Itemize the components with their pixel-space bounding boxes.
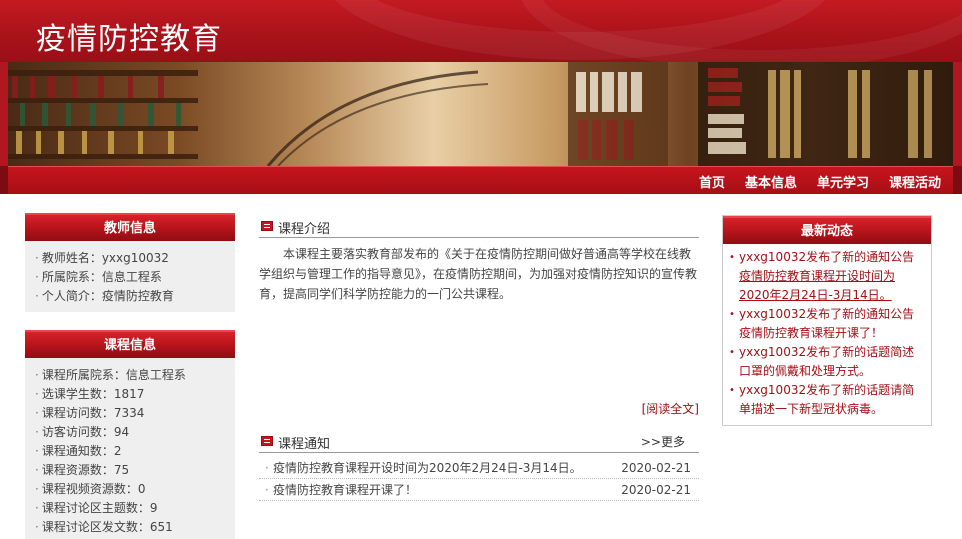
- read-all-link[interactable]: [阅读全文]: [642, 400, 699, 417]
- latest-news-title: 最新动态: [723, 216, 931, 244]
- banner-border-right: [953, 62, 962, 166]
- section-icon: [261, 436, 273, 446]
- notice-date: 2020-02-21: [621, 483, 691, 497]
- library-banner-image: [8, 62, 953, 166]
- notice-link[interactable]: 疫情防控教育课程开设时间为2020年2月24日-3月14日。: [273, 457, 582, 479]
- bullet-icon: ·: [265, 483, 269, 497]
- section-icon: [261, 221, 273, 231]
- nav-border-right: [953, 166, 962, 194]
- notice-row: · 疫情防控教育课程开课了！ 2020-02-21: [259, 479, 699, 501]
- nav-course-activities[interactable]: 课程活动: [889, 172, 941, 191]
- site-header: 疫情防控教育: [0, 0, 962, 62]
- bullet-icon: ·: [265, 461, 269, 475]
- news-item[interactable]: yxxg10032发布了新的话题简述口罩的佩戴和处理方式。: [729, 343, 923, 381]
- teacher-info-title: 教师信息: [25, 213, 235, 241]
- site-title: 疫情防控教育: [36, 22, 222, 57]
- nav-home[interactable]: 首页: [699, 172, 725, 191]
- latest-news-panel: 最新动态 yxxg10032发布了新的通知公告疫情防控教育课程开设时间为2020…: [722, 215, 932, 426]
- course-info-item: · 课程访问数：7334: [35, 406, 145, 420]
- course-info-item: · 课程资源数：75: [35, 463, 130, 477]
- course-info-item: · 课程通知数：2: [35, 444, 122, 458]
- news-item: yxxg10032发布了新的通知公告疫情防控教育课程开设时间为2020年2月24…: [729, 248, 923, 305]
- more-notices-link[interactable]: >>更多: [641, 433, 685, 450]
- teacher-info-item: · 个人简介：疫情防控教育: [35, 289, 174, 303]
- library-bookshelf-image: [8, 62, 953, 166]
- news-item[interactable]: yxxg10032发布了新的话题请简单描述一下新型冠状病毒。: [729, 381, 923, 419]
- notice-date: 2020-02-21: [621, 461, 691, 475]
- teacher-info-panel: 教师信息 · 教师姓名：yxxg10032 · 所属院系：信息工程系 · 个人简介：疫…: [25, 213, 235, 312]
- course-info-item: · 课程讨论区主题数：9: [35, 501, 158, 515]
- nav-unit-study[interactable]: 单元学习: [817, 172, 869, 191]
- course-info-item: · 课程视频资源数：0: [35, 482, 146, 496]
- main-navigation: 首页 基本信息 单元学习 课程活动: [8, 166, 953, 194]
- course-info-item: · 课程所属院系：信息工程系: [35, 368, 186, 382]
- center-content: 课程介绍 本课程主要落实教育部发布的《关于在疫情防控期间做好普通高等学校在线教学…: [259, 214, 699, 501]
- course-info-title: 课程信息: [25, 330, 235, 358]
- notice-row: · 疫情防控教育课程开设时间为2020年2月24日-3月14日。 2020-02…: [259, 457, 699, 479]
- course-notices-section: 课程通知 >>更多 · 疫情防控教育课程开设时间为2020年2月24日-3月14…: [259, 429, 699, 501]
- teacher-info-item: · 所属院系：信息工程系: [35, 270, 162, 284]
- nav-basic-info[interactable]: 基本信息: [745, 172, 797, 191]
- banner-border-left: [0, 62, 8, 166]
- course-info-item: · 课程讨论区发文数：651: [35, 520, 173, 534]
- nav-border-left: [0, 166, 8, 194]
- course-info-item: · 选课学生数：1817: [35, 387, 145, 401]
- course-notices-title: 课程通知: [278, 437, 331, 452]
- news-item[interactable]: yxxg10032发布了新的通知公告疫情防控教育课程开课了！: [729, 305, 923, 343]
- course-notices-header: 课程通知 >>更多: [259, 429, 699, 453]
- teacher-info-item: · 教师姓名：yxxg10032: [35, 251, 169, 265]
- course-intro-header: 课程介绍: [259, 214, 699, 238]
- notice-link[interactable]: 疫情防控教育课程开课了！: [273, 479, 417, 501]
- course-intro-title: 课程介绍: [278, 222, 331, 237]
- course-intro-text: 本课程主要落实教育部发布的《关于在疫情防控期间做好普通高等学校在线教学组织与管理…: [259, 247, 698, 301]
- course-info-panel: 课程信息 · 课程所属院系：信息工程系 · 选课学生数：1817 · 课程访问数：73…: [25, 330, 235, 539]
- news-link[interactable]: 疫情防控教育课程开设时间为2020年2月24日-3月14日。: [739, 269, 895, 302]
- course-info-item: · 访客访问数：94: [35, 425, 130, 439]
